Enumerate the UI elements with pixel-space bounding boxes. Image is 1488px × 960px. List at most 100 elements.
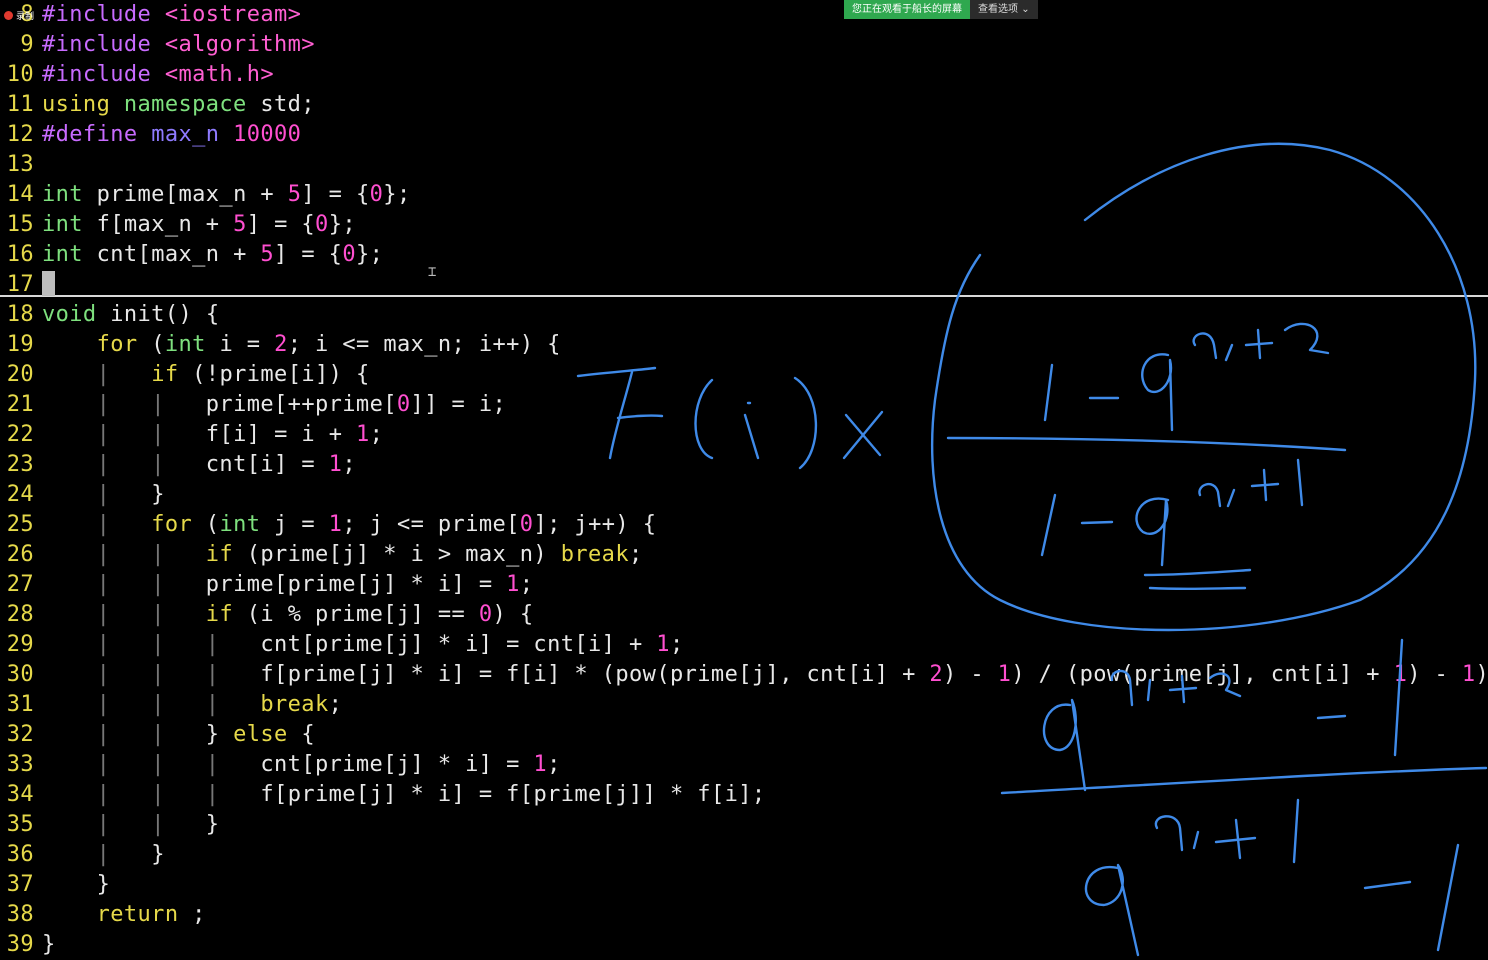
code-line[interactable]: 36 | } (0, 840, 165, 870)
code-text: int prime[max_n + 5] = {0}; (42, 182, 411, 207)
code-line[interactable]: 26 | | if (prime[j] * i > max_n) break; (0, 540, 643, 570)
mouse-cursor-icon: ⌶ (428, 264, 437, 280)
code-line[interactable]: 25 | for (int j = 1; j <= prime[0]; j++)… (0, 510, 656, 540)
code-text: | if (!prime[i]) { (96, 362, 370, 387)
code-text: | | f[i] = i + 1; (96, 422, 384, 447)
view-options-button[interactable]: 查看选项 ⌄ (970, 0, 1038, 19)
code-text: | | | break; (96, 692, 343, 717)
code-text: int f[max_n + 5] = {0}; (42, 212, 357, 237)
line-number: 9 (20, 32, 34, 57)
line-number: 29 (6, 632, 34, 657)
code-line[interactable]: 35 | | } (0, 810, 219, 840)
code-text: #include <math.h> (42, 62, 274, 87)
line-number: 37 (6, 872, 34, 897)
code-line[interactable]: 27 | | prime[prime[j] * i] = 1; (0, 570, 533, 600)
code-text: | | | f[prime[j] * i] = f[prime[j]] * f[… (96, 782, 766, 807)
code-line[interactable]: 11 using namespace std; (0, 90, 315, 120)
code-text: | } (96, 842, 165, 867)
code-line[interactable]: 29 | | | cnt[prime[j] * i] = cnt[i] + 1; (0, 630, 684, 660)
line-number: 27 (6, 572, 34, 597)
code-text: #include <iostream> (42, 2, 302, 27)
code-text: | | prime[prime[j] * i] = 1; (96, 572, 534, 597)
line-number: 20 (6, 362, 34, 387)
line-number: 25 (6, 512, 34, 537)
line-number: 26 (6, 542, 34, 567)
line-number: 33 (6, 752, 34, 777)
line-number: 34 (6, 782, 34, 807)
line-number: 36 (6, 842, 34, 867)
line-number: 16 (6, 242, 34, 267)
line-number: 23 (6, 452, 34, 477)
line-number: 13 (6, 152, 34, 177)
code-line[interactable]: 8 #include <iostream> (0, 0, 301, 30)
code-line[interactable]: 16 int cnt[max_n + 5] = {0}; (0, 240, 383, 270)
code-text: | | | cnt[prime[j] * i] = 1; (96, 752, 561, 777)
line-number: 10 (6, 62, 34, 87)
code-text: } (96, 872, 111, 897)
code-line[interactable]: 30 | | | f[prime[j] * i] = f[i] * (pow(p… (0, 660, 1488, 690)
code-text: | | cnt[i] = 1; (96, 452, 356, 477)
line-number: 31 (6, 692, 34, 717)
code-text: | | if (prime[j] * i > max_n) break; (96, 542, 643, 567)
share-status-label: 您正在观看于船长的屏幕 (844, 0, 970, 19)
line-number: 35 (6, 812, 34, 837)
line-number: 18 (6, 302, 34, 327)
code-line[interactable]: 39} (0, 930, 56, 960)
code-text: void init() { (42, 302, 220, 327)
code-line[interactable]: 21 | | prime[++prime[0]] = i; (0, 390, 506, 420)
cursor-line-highlight (0, 295, 1488, 297)
line-number: 24 (6, 482, 34, 507)
line-number: 38 (6, 902, 34, 927)
code-text: for (int i = 2; i <= max_n; i++) { (96, 332, 561, 357)
code-line[interactable]: 12 #define max_n 10000 (0, 120, 301, 150)
code-text: int cnt[max_n + 5] = {0}; (42, 242, 384, 267)
code-text: | | | f[prime[j] * i] = f[i] * (pow(prim… (96, 662, 1488, 687)
code-text: #include <algorithm> (42, 32, 315, 57)
code-line[interactable]: 31 | | | break; (0, 690, 342, 720)
line-number: 11 (6, 92, 34, 117)
line-number: 39 (6, 932, 34, 957)
code-line[interactable]: 24 | } (0, 480, 165, 510)
line-number: 22 (6, 422, 34, 447)
view-options-label: 查看选项 (978, 4, 1018, 15)
code-line[interactable]: 9 #include <algorithm> (0, 30, 315, 60)
line-number: 15 (6, 212, 34, 237)
code-line[interactable]: 13 (0, 150, 42, 180)
line-number: 32 (6, 722, 34, 747)
code-line[interactable]: 23 | | cnt[i] = 1; (0, 450, 356, 480)
code-line[interactable]: 32 | | } else { (0, 720, 315, 750)
line-number: 30 (6, 662, 34, 687)
text-cursor (42, 271, 55, 296)
line-number: 12 (6, 122, 34, 147)
code-line[interactable]: 37 } (0, 870, 110, 900)
code-line[interactable]: 19 for (int i = 2; i <= max_n; i++) { (0, 330, 561, 360)
code-line[interactable]: 10 #include <math.h> (0, 60, 274, 90)
code-line[interactable]: 34 | | | f[prime[j] * i] = f[prime[j]] *… (0, 780, 766, 810)
line-number: 19 (6, 332, 34, 357)
line-number: 14 (6, 182, 34, 207)
chevron-down-icon: ⌄ (1021, 4, 1030, 15)
code-line[interactable]: 38 return ; (0, 900, 206, 930)
code-line[interactable]: 15 int f[max_n + 5] = {0}; (0, 210, 356, 240)
code-line[interactable]: 18 void init() { (0, 300, 219, 330)
code-text: using namespace std; (42, 92, 315, 117)
code-text: | | | cnt[prime[j] * i] = cnt[i] + 1; (96, 632, 684, 657)
line-number: 21 (6, 392, 34, 417)
code-text: | | if (i % prime[j] == 0) { (96, 602, 534, 627)
code-line[interactable]: 20 | if (!prime[i]) { (0, 360, 370, 390)
code-line[interactable]: 33 | | | cnt[prime[j] * i] = 1; (0, 750, 561, 780)
code-text: | } (96, 482, 165, 507)
code-line[interactable]: 22 | | f[i] = i + 1; (0, 420, 383, 450)
line-number: 28 (6, 602, 34, 627)
code-text: | | } else { (96, 722, 315, 747)
code-line[interactable]: 28 | | if (i % prime[j] == 0) { (0, 600, 533, 630)
code-text: | for (int j = 1; j <= prime[0]; j++) { (96, 512, 657, 537)
record-dot-icon (4, 11, 13, 20)
code-line[interactable]: 14 int prime[max_n + 5] = {0}; (0, 180, 411, 210)
code-text: return ; (96, 902, 206, 927)
code-text: | | prime[++prime[0]] = i; (96, 392, 507, 417)
code-editor[interactable]: 8 #include <iostream> 9 #include <algorithm… (0, 0, 1488, 957)
code-text: } (42, 932, 56, 957)
code-text: | | } (96, 812, 220, 837)
code-text: #define max_n 10000 (42, 122, 302, 147)
